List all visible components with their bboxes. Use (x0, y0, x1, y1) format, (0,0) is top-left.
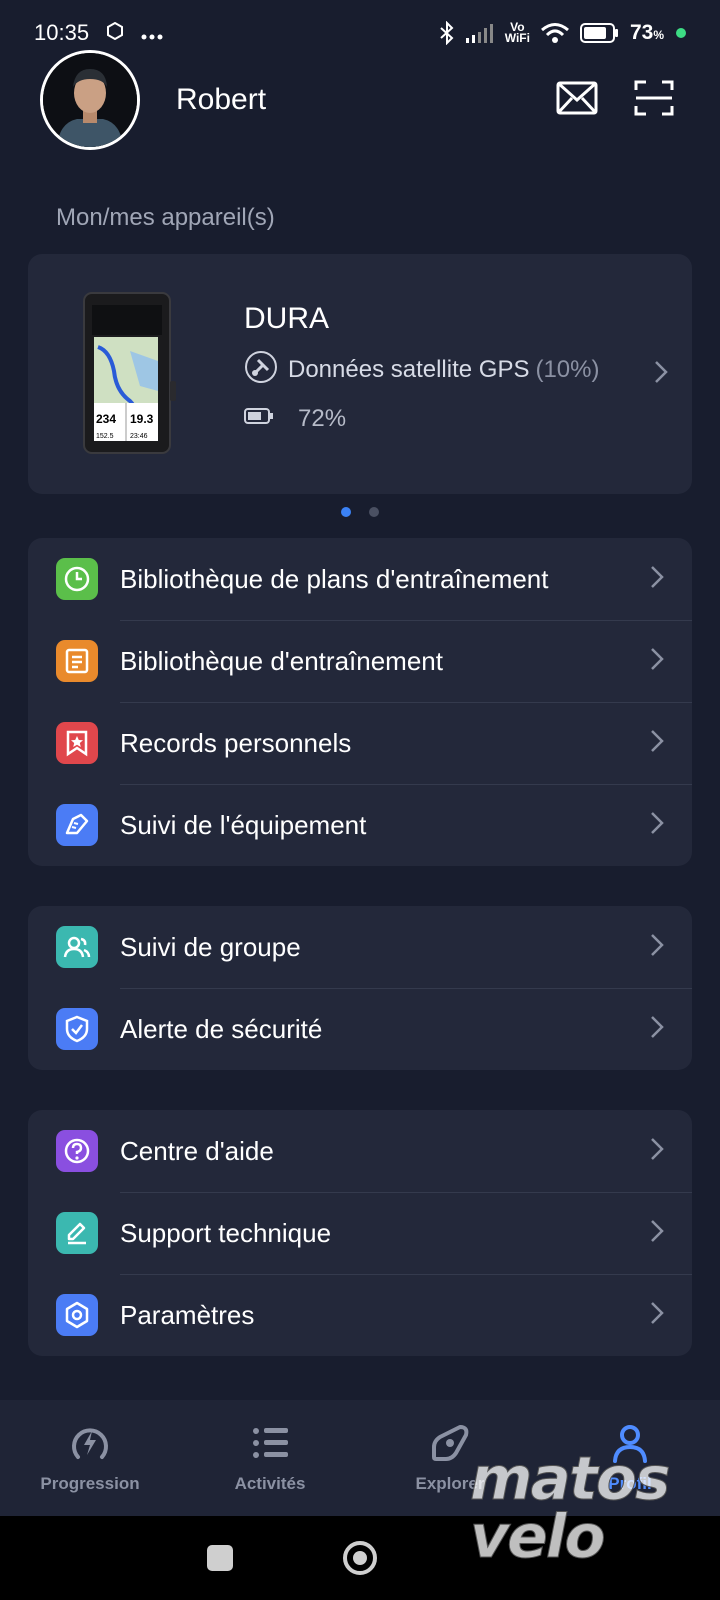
satellite-icon (244, 350, 288, 391)
chevron-right-icon (650, 565, 664, 594)
chevron-right-icon (650, 1219, 664, 1248)
bolt-icon (68, 1423, 112, 1468)
chevron-right-icon (650, 647, 664, 676)
device-battery-icon (244, 405, 284, 433)
more-dots-icon (141, 20, 163, 46)
group-icon (56, 926, 98, 968)
device-image: 234 19.3 152.5 23:46 (80, 291, 180, 457)
gps-label: Données satellite GPS (288, 356, 530, 383)
nav-progression[interactable]: Progression (0, 1400, 180, 1516)
device-screen-distance: 152.5 (96, 433, 114, 440)
menu-label: Centre d'aide (120, 1135, 274, 1166)
avatar-person-icon (43, 53, 137, 147)
shield-check-icon (56, 1008, 98, 1050)
username: Robert (176, 83, 267, 116)
mail-icon[interactable] (556, 81, 598, 120)
menu-label: Paramètres (120, 1299, 255, 1330)
chevron-right-icon (650, 729, 664, 758)
home-button[interactable] (343, 1541, 377, 1575)
list-icon (250, 1423, 290, 1468)
menu-label: Suivi de groupe (120, 931, 301, 962)
document-icon (56, 640, 98, 682)
charging-dot (676, 28, 686, 38)
menu-item-equipment-tracking[interactable]: Suivi de l'équipement (28, 784, 692, 866)
devices-section-title: Mon/mes appareil(s) (56, 204, 275, 231)
menu-label: Records personnels (120, 727, 352, 758)
shoe-icon (56, 804, 98, 846)
device-pager (0, 507, 720, 517)
device-screen-speed: 19.3 (130, 412, 154, 426)
recents-button[interactable] (207, 1545, 233, 1571)
device-battery-value: 72% (298, 404, 347, 432)
battery-percent-value: 73 (629, 21, 654, 44)
nav-label: Progression (40, 1473, 140, 1493)
pager-dot[interactable] (369, 507, 379, 517)
device-screen-time: 23:46 (130, 433, 148, 440)
hexagon-notification-icon (107, 20, 124, 46)
menu-label: Suivi de l'équipement (120, 809, 367, 840)
device-battery-row: 72% (244, 405, 654, 433)
chevron-right-icon (650, 1015, 664, 1044)
menu-label: Bibliothèque de plans d'entraînement (120, 563, 549, 594)
compass-icon (430, 1423, 470, 1468)
avatar[interactable] (40, 50, 140, 150)
chevron-right-icon (650, 811, 664, 840)
scan-icon[interactable] (634, 80, 674, 121)
vowifi-indicator: Vo WiFi (504, 21, 530, 45)
device-screen-power: 234 (96, 412, 116, 426)
pager-dot-active[interactable] (341, 507, 351, 517)
menu-item-personal-records[interactable]: Records personnels (28, 702, 692, 784)
menu-item-training-library[interactable]: Bibliothèque d'entraînement (28, 620, 692, 702)
menu-label: Alerte de sécurité (120, 1013, 323, 1044)
device-name: DURA (244, 301, 330, 335)
nav-activities[interactable]: Activités (180, 1400, 360, 1516)
menu-item-safety-alert[interactable]: Alerte de sécurité (28, 988, 692, 1070)
chevron-right-icon (654, 360, 668, 389)
gps-value: (10%) (535, 356, 600, 383)
menu-group-training: Bibliothèque de plans d'entraînement Bib… (28, 538, 692, 866)
clock-icon (56, 558, 98, 600)
menu-label: Support technique (120, 1217, 332, 1248)
bluetooth-icon (439, 21, 455, 45)
menu-group-safety: Suivi de groupe Alerte de sécurité (28, 906, 692, 1070)
gps-status-row: Données satellite GPS (10%) (244, 350, 654, 391)
device-card[interactable]: 234 19.3 152.5 23:46 DURA Données satell… (28, 254, 692, 494)
pencil-icon (56, 1212, 98, 1254)
settings-hexagon-icon (56, 1294, 98, 1336)
chevron-right-icon (650, 1137, 664, 1166)
chevron-right-icon (650, 1301, 664, 1330)
menu-item-training-plans[interactable]: Bibliothèque de plans d'entraînement (28, 538, 692, 620)
nav-label: Activités (234, 1473, 306, 1493)
profile-header: Robert (0, 50, 720, 150)
battery-icon (579, 22, 620, 44)
star-bookmark-icon (56, 722, 98, 764)
status-time: 10:35 (34, 20, 90, 45)
watermark-line2: velo (470, 1502, 607, 1572)
watermark-line1: matos (470, 1444, 672, 1514)
help-icon (56, 1130, 98, 1172)
chevron-right-icon (650, 933, 664, 962)
signal-icon (465, 22, 495, 44)
battery-percent-sign: % (653, 28, 664, 42)
menu-item-settings[interactable]: Paramètres (28, 1274, 692, 1356)
wifi-icon (540, 22, 570, 44)
menu-label: Bibliothèque d'entraînement (120, 645, 443, 676)
menu-item-technical-support[interactable]: Support technique (28, 1192, 692, 1274)
vowifi-bottom: WiFi (504, 31, 530, 45)
menu-item-group-tracking[interactable]: Suivi de groupe (28, 906, 692, 988)
menu-item-help-center[interactable]: Centre d'aide (28, 1110, 692, 1192)
battery-percent: 73% (630, 21, 664, 45)
watermark-logo: matos velo (470, 1444, 710, 1580)
menu-group-support: Centre d'aide Support technique Paramètr… (28, 1110, 692, 1356)
